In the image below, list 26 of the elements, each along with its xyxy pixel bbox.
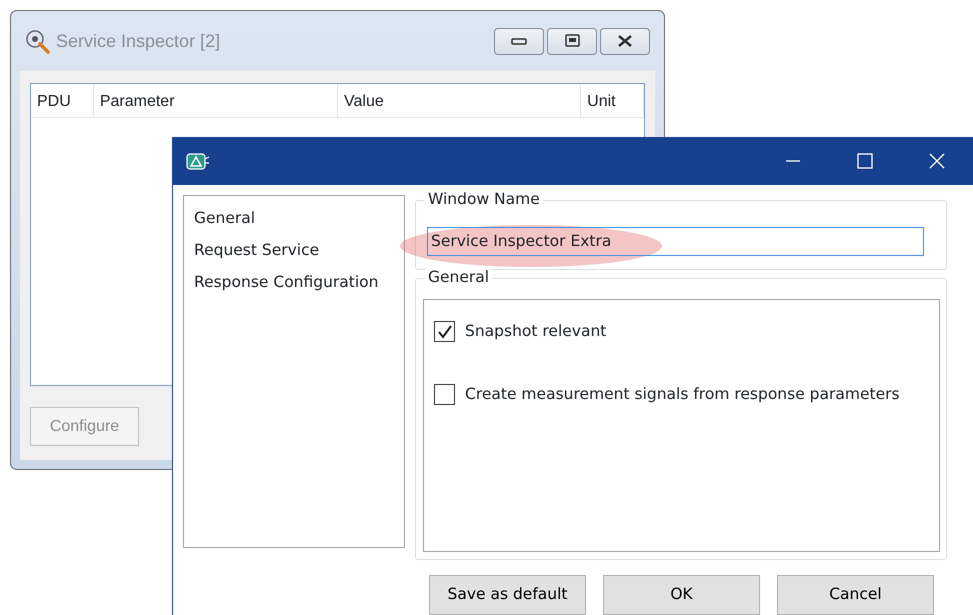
maximize-icon	[855, 151, 875, 171]
column-header[interactable]: PDU	[31, 84, 94, 117]
ok-button[interactable]: OK	[603, 575, 760, 615]
minimize-icon	[786, 159, 800, 163]
cancel-button[interactable]: Cancel	[777, 575, 934, 615]
checkbox-label: Create measurement signals from response parameters	[465, 384, 900, 406]
sidebar-item[interactable]: General	[184, 202, 404, 234]
column-header[interactable]: Unit	[581, 84, 644, 117]
check-icon	[436, 323, 454, 340]
window-title: Service Inspector [2]	[56, 30, 220, 53]
checkbox-label: Snapshot relevant	[465, 321, 606, 342]
minimize-button[interactable]	[494, 28, 544, 54]
restore-button[interactable]	[547, 28, 597, 54]
window-name-field[interactable]: Service Inspector Extra	[427, 227, 924, 256]
close-button[interactable]	[600, 28, 650, 54]
sidebar-item[interactable]: Request Service	[184, 234, 404, 266]
column-header[interactable]: Parameter	[94, 84, 338, 117]
sidebar-item[interactable]: Response Configuration	[184, 266, 404, 298]
close-icon	[927, 151, 947, 171]
column-header[interactable]: Value	[338, 84, 582, 117]
checkbox[interactable]	[434, 321, 455, 342]
app-icon	[185, 150, 210, 172]
minimize-icon	[511, 38, 527, 44]
inspector-icon	[25, 28, 50, 54]
save-default-button[interactable]: Save as default	[429, 575, 586, 615]
checkbox[interactable]	[434, 384, 455, 406]
